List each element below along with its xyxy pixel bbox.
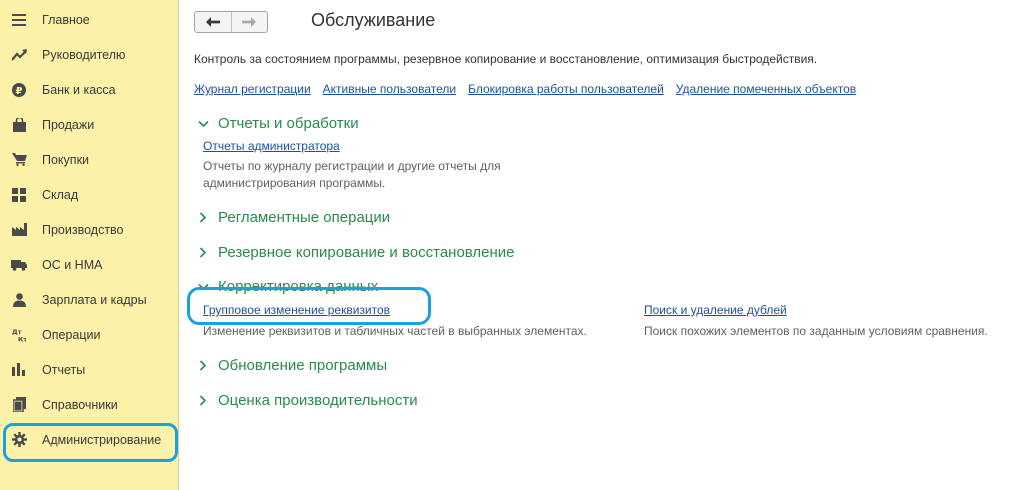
link-group-change-attributes[interactable]: Групповое изменение реквизитов [203, 303, 390, 317]
link-find-duplicates[interactable]: Поиск и удаление дублей [644, 303, 787, 317]
sidebar-item-sales[interactable]: Продажи [0, 107, 179, 142]
forward-button[interactable] [230, 12, 268, 32]
group-reports-header[interactable]: Отчеты и обработки [197, 115, 359, 132]
group-title: Резервное копирование и восстановление [218, 244, 515, 261]
arrow-left-icon [205, 15, 220, 30]
menu-icon [11, 12, 27, 28]
sidebar-item-label: Покупки [42, 152, 90, 167]
page-title: Обслуживание [311, 10, 436, 30]
item-description: Отчеты по журналу регистрации и другие о… [203, 158, 501, 192]
group-performance-header[interactable]: Оценка производительности [197, 392, 418, 409]
sidebar-item-label: Администрирование [42, 432, 162, 447]
svg-text:Кт: Кт [18, 335, 26, 342]
group-backup-header[interactable]: Резервное копирование и восстановление [197, 244, 515, 261]
sidebar-item-operations[interactable]: Дт Кт Операции [0, 317, 179, 352]
sidebar-item-directories[interactable]: Справочники [0, 387, 179, 422]
truck-icon [11, 257, 27, 273]
chevron-right-icon [197, 395, 209, 407]
sidebar-item-label: Операции [42, 327, 101, 342]
link-active-users[interactable]: Активные пользователи [323, 82, 456, 96]
person-icon [11, 292, 27, 308]
sidebar-item-main[interactable]: Главное [0, 2, 179, 37]
description-line: Отчеты по журналу регистрации и другие о… [203, 159, 501, 173]
page-description: Контроль за состоянием программы, резерв… [194, 52, 818, 66]
arrow-right-icon [242, 15, 257, 30]
back-button[interactable] [195, 12, 231, 32]
debit-credit-icon: Дт Кт [11, 327, 27, 343]
sidebar-item-assets[interactable]: ОС и НМА [0, 247, 179, 282]
item-description: Поиск похожих элементов по заданным усло… [644, 324, 988, 338]
sidebar-item-label: Отчеты [42, 362, 86, 377]
group-correction-header[interactable]: Корректировка данных [197, 278, 378, 295]
sidebar-item-label: Главное [42, 12, 90, 27]
shopping-bag-icon [11, 117, 27, 133]
sidebar-item-label: Руководителю [42, 47, 126, 62]
sidebar-item-label: ОС и НМА [42, 257, 103, 272]
trend-icon [11, 47, 27, 63]
link-block-users[interactable]: Блокировка работы пользователей [468, 82, 664, 96]
sidebar-item-label: Продажи [42, 117, 95, 132]
sidebar-item-purchases[interactable]: Покупки [0, 142, 179, 177]
description-line: администрирования программы. [203, 176, 386, 190]
group-title: Оценка производительности [218, 392, 418, 409]
cart-icon [11, 152, 27, 168]
ruble-coin-icon: ₽ [11, 82, 27, 98]
sidebar-item-label: Склад [42, 187, 79, 202]
factory-icon [11, 222, 27, 238]
chevron-down-icon [197, 118, 209, 130]
sidebar-item-production[interactable]: Производство [0, 212, 179, 247]
sidebar-item-salary[interactable]: Зарплата и кадры [0, 282, 179, 317]
link-admin-reports[interactable]: Отчеты администратора [203, 139, 340, 153]
section-sidebar: Главное Руководителю ₽ Банк и касса Прод… [0, 0, 179, 490]
chevron-down-icon [197, 281, 209, 293]
sidebar-item-label: Банк и касса [42, 82, 116, 97]
link-event-log[interactable]: Журнал регистрации [194, 82, 311, 96]
svg-text:₽: ₽ [16, 86, 23, 97]
gear-icon [11, 432, 27, 448]
group-title: Отчеты и обработки [218, 115, 359, 132]
sidebar-item-label: Зарплата и кадры [42, 292, 147, 307]
warehouse-icon [11, 187, 27, 203]
books-icon [11, 397, 27, 413]
sidebar-item-reports[interactable]: Отчеты [0, 352, 179, 387]
chevron-right-icon [197, 360, 209, 372]
sidebar-item-label: Справочники [42, 397, 118, 412]
sidebar-item-bank[interactable]: ₽ Банк и касса [0, 72, 179, 107]
item-description: Изменение реквизитов и табличных частей … [203, 324, 587, 338]
group-routine-header[interactable]: Регламентные операции [197, 209, 390, 226]
chevron-right-icon [197, 212, 209, 224]
nav-buttons [194, 11, 268, 33]
bar-chart-icon [11, 362, 27, 378]
group-title: Регламентные операции [218, 209, 391, 226]
sidebar-item-warehouse[interactable]: Склад [0, 177, 179, 212]
sidebar-item-administration[interactable]: Администрирование [0, 422, 179, 457]
group-update-header[interactable]: Обновление программы [197, 357, 387, 374]
sidebar-item-label: Производство [42, 222, 124, 237]
chevron-right-icon [197, 247, 209, 259]
main-content: Обслуживание Контроль за состоянием прог… [180, 0, 1035, 490]
group-title: Корректировка данных [218, 278, 379, 295]
quick-links: Журнал регистрации Активные пользователи… [194, 82, 856, 96]
group-title: Обновление программы [218, 357, 388, 374]
link-delete-marked[interactable]: Удаление помеченных объектов [676, 82, 856, 96]
sidebar-item-manager[interactable]: Руководителю [0, 37, 179, 72]
